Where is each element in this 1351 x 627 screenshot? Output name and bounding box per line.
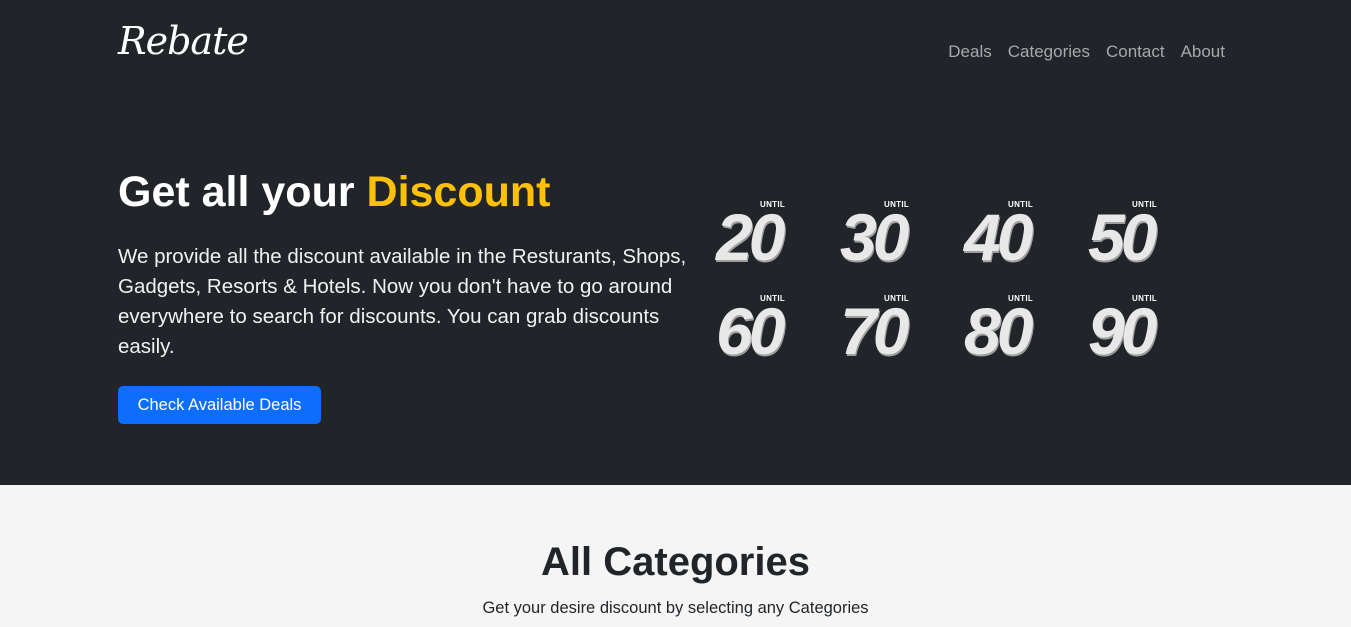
badge-suffix: %OFF [1040,234,1064,243]
main-nav: Deals Categories Contact About [948,42,1225,62]
badge-value: 70 [840,294,909,368]
discount-badge: UNTIL 60 %OFF [716,294,840,388]
discount-badge: UNTIL 80 %OFF [964,294,1088,388]
discount-badge: UNTIL 40 %OFF [964,200,1088,294]
badge-suffix: %OFF [1164,234,1188,243]
badge-suffix: %OFF [792,328,816,337]
nav-item-deals[interactable]: Deals [948,42,991,62]
check-deals-button[interactable]: Check Available Deals [118,386,321,424]
categories-section: All Categories Get your desire discount … [0,485,1351,627]
hero-title: Get all your Discount [118,167,550,219]
discount-badge: UNTIL 20 %OFF [716,200,840,294]
discount-badge: UNTIL 70 %OFF [840,294,964,388]
hero-description: We provide all the discount available in… [118,245,687,358]
badge-value: 20 [716,200,785,274]
badge-suffix: %OFF [792,234,816,243]
badge-value: 80 [964,294,1033,368]
categories-title: All Categories [541,540,810,584]
discount-badges-image: UNTIL 20 %OFF UNTIL 30 %OFF UNTIL 40 %OF… [716,200,1196,380]
discount-badge: UNTIL 30 %OFF [840,200,964,294]
nav-item-contact[interactable]: Contact [1106,42,1165,62]
badge-suffix: %OFF [916,328,940,337]
nav-item-about[interactable]: About [1181,42,1225,62]
badge-suffix: %OFF [916,234,940,243]
brand-logo[interactable]: Rebate [118,22,249,60]
badge-value: 30 [840,200,909,274]
categories-subtitle: Get your desire discount by selecting an… [482,599,869,617]
badge-suffix: %OFF [1040,328,1064,337]
nav-item-categories[interactable]: Categories [1008,42,1090,62]
hero-title-prefix: Get all your [118,168,367,216]
badge-value: 50 [1088,200,1157,274]
badge-value: 40 [964,200,1033,274]
hero-section: Rebate Deals Categories Contact About Ge… [0,0,1351,485]
badge-suffix: %OFF [1164,328,1188,337]
discount-badge: UNTIL 50 %OFF [1088,200,1212,294]
discount-badge: UNTIL 90 %OFF [1088,294,1212,388]
badge-value: 60 [716,294,785,368]
hero-title-accent: Discount [366,168,551,216]
badge-value: 90 [1088,294,1157,368]
